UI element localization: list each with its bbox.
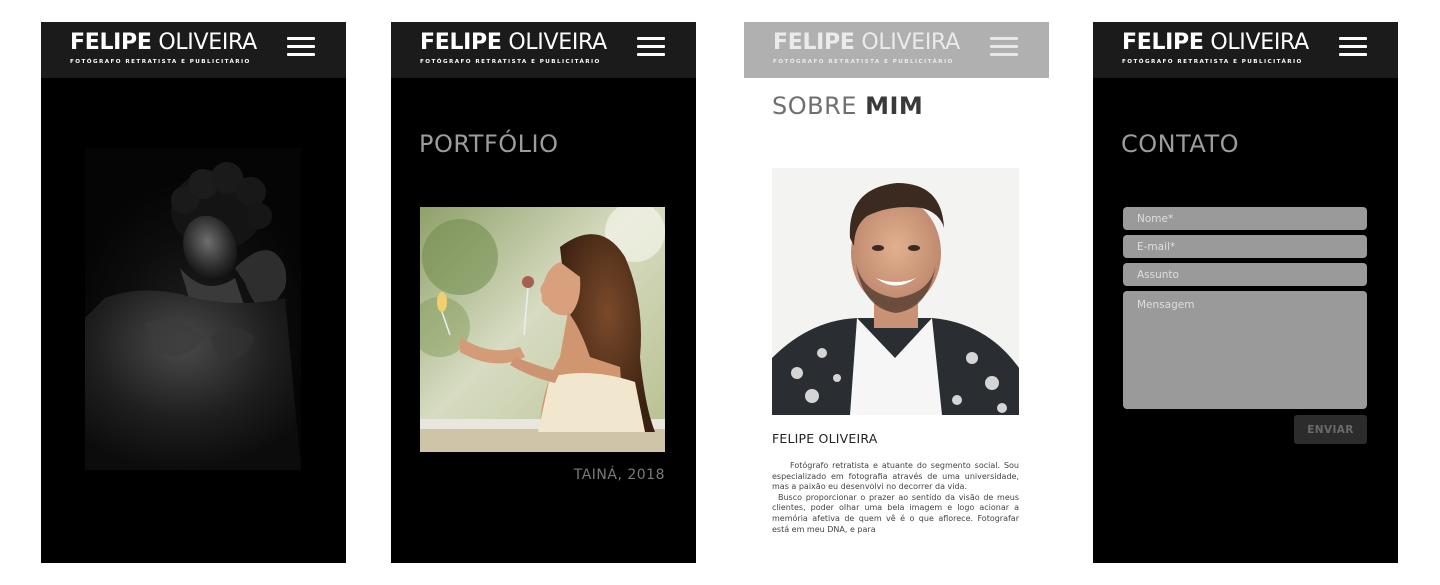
logo-first-name: FELIPE <box>1122 30 1204 55</box>
site-header: FELIPE OLIVEIRA FOTÓGRAFO RETRATISTA E P… <box>391 22 696 78</box>
logo-tagline: FOTÓGRAFO RETRATISTA E PUBLICITÁRIO <box>773 59 954 65</box>
about-paragraph-2: Busco proporcionar o prazer ao sentido d… <box>772 492 1019 534</box>
site-logo[interactable]: FELIPE OLIVEIRA FOTÓGRAFO RETRATISTA E P… <box>1122 30 1309 65</box>
portfolio-caption: TAINÁ, 2018 <box>573 467 665 483</box>
logo-tagline: FOTÓGRAFO RETRATISTA E PUBLICITÁRIO <box>1122 59 1303 65</box>
name-input[interactable] <box>1123 207 1367 230</box>
message-textarea[interactable] <box>1123 291 1367 409</box>
about-screen: FELIPE OLIVEIRA FOTÓGRAFO RETRATISTA E P… <box>744 22 1049 563</box>
portfolio-screen: FELIPE OLIVEIRA FOTÓGRAFO RETRATISTA E P… <box>391 22 696 563</box>
hero-portrait-image <box>85 148 301 470</box>
site-logo[interactable]: FELIPE OLIVEIRA FOTÓGRAFO RETRATISTA E P… <box>70 30 257 65</box>
logo-tagline: FOTÓGRAFO RETRATISTA E PUBLICITÁRIO <box>420 59 601 65</box>
logo-last-name: OLIVEIRA <box>158 30 257 55</box>
about-paragraph-1: Fotógrafo retratista e atuante do segmen… <box>772 461 1019 492</box>
logo-last-name: OLIVEIRA <box>861 30 960 55</box>
about-name: FELIPE OLIVEIRA <box>772 431 878 446</box>
send-button[interactable]: ENVIAR <box>1294 415 1367 444</box>
logo-last-name: OLIVEIRA <box>508 30 607 55</box>
hamburger-menu-icon[interactable] <box>637 35 665 57</box>
logo-first-name: FELIPE <box>420 30 502 55</box>
email-input[interactable] <box>1123 235 1367 258</box>
logo-first-name: FELIPE <box>70 30 152 55</box>
about-title-light: SOBRE <box>772 92 866 120</box>
portfolio-title: PORTFÓLIO <box>419 130 559 158</box>
site-header: FELIPE OLIVEIRA FOTÓGRAFO RETRATISTA E P… <box>1093 22 1398 78</box>
hamburger-menu-icon[interactable] <box>990 35 1018 57</box>
site-logo[interactable]: FELIPE OLIVEIRA FOTÓGRAFO RETRATISTA E P… <box>773 30 960 65</box>
hamburger-menu-icon[interactable] <box>287 35 315 57</box>
about-title: SOBRE MIM <box>772 92 923 120</box>
hamburger-menu-icon[interactable] <box>1339 35 1367 57</box>
site-header: FELIPE OLIVEIRA FOTÓGRAFO RETRATISTA E P… <box>744 22 1049 78</box>
home-screen: FELIPE OLIVEIRA FOTÓGRAFO RETRATISTA E P… <box>41 22 346 563</box>
contact-title: CONTATO <box>1121 130 1240 158</box>
subject-input[interactable] <box>1123 263 1367 286</box>
site-header: FELIPE OLIVEIRA FOTÓGRAFO RETRATISTA E P… <box>41 22 346 78</box>
portfolio-image[interactable] <box>420 207 665 452</box>
site-logo[interactable]: FELIPE OLIVEIRA FOTÓGRAFO RETRATISTA E P… <box>420 30 607 65</box>
about-title-bold: MIM <box>865 92 924 120</box>
about-portrait-image <box>772 168 1019 415</box>
contact-screen: FELIPE OLIVEIRA FOTÓGRAFO RETRATISTA E P… <box>1093 22 1398 563</box>
about-bio: Fotógrafo retratista e atuante do segmen… <box>772 461 1019 535</box>
logo-first-name: FELIPE <box>773 30 855 55</box>
logo-last-name: OLIVEIRA <box>1210 30 1309 55</box>
logo-tagline: FOTÓGRAFO RETRATISTA E PUBLICITÁRIO <box>70 59 251 65</box>
